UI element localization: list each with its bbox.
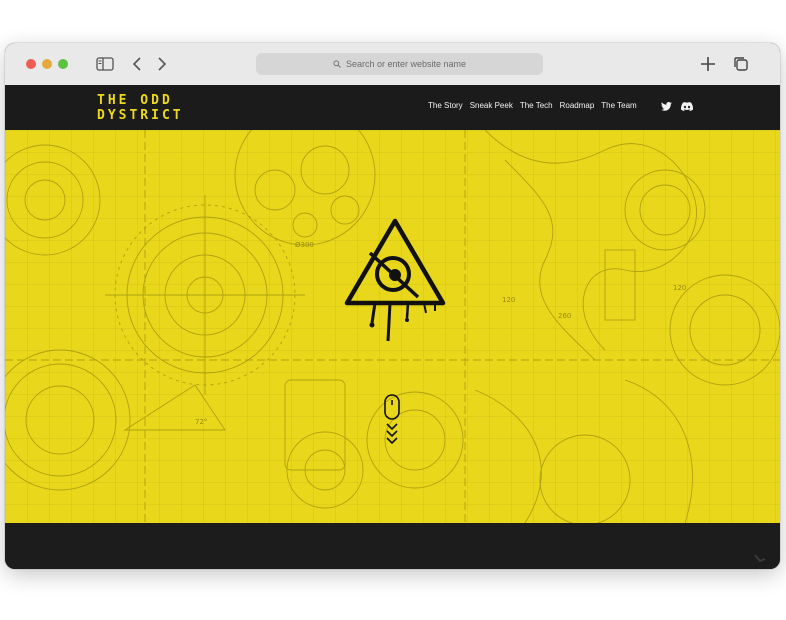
close-window-button[interactable]: [26, 59, 36, 69]
discord-icon[interactable]: [681, 100, 693, 112]
hero-bottom-band: [5, 523, 780, 569]
blueprint-label-b: 120: [502, 296, 515, 304]
address-placeholder: Search or enter website name: [345, 59, 467, 69]
nav-link-the-tech[interactable]: The Tech: [520, 101, 553, 110]
new-tab-plus-icon[interactable]: [697, 54, 719, 74]
blueprint-label-a: Ø300: [295, 241, 314, 249]
nav-link-sneak-peek[interactable]: Sneak Peek: [470, 101, 513, 110]
logo-line-2: DYSTRICT: [97, 108, 184, 123]
odd-eye-triangle-logo: [344, 218, 446, 342]
search-icon: [333, 60, 341, 68]
site-header: THE ODD DYSTRICT The Story Sneak Peek Th…: [5, 85, 780, 130]
website-viewport: THE ODD DYSTRICT The Story Sneak Peek Th…: [5, 85, 780, 569]
site-logo[interactable]: THE ODD DYSTRICT: [97, 93, 184, 123]
blueprint-label-e: 120: [673, 284, 686, 292]
blueprint-label-c: 260: [558, 312, 571, 320]
forward-arrow-icon[interactable]: [151, 54, 173, 74]
nav-link-roadmap[interactable]: Roadmap: [560, 101, 595, 110]
main-nav: The Story Sneak Peek The Tech Roadmap Th…: [428, 101, 637, 110]
hero-section: Ø300 120 260 72° 120: [5, 130, 780, 523]
address-bar[interactable]: Search or enter website name: [256, 53, 543, 75]
back-arrow-icon[interactable]: [126, 54, 148, 74]
logo-line-1: THE ODD: [97, 93, 173, 108]
blueprint-label-d: 72°: [195, 418, 207, 426]
minimize-window-button[interactable]: [42, 59, 52, 69]
scroll-down-mouse-icon[interactable]: [382, 394, 402, 450]
sidebar-toggle-icon[interactable]: [94, 54, 116, 74]
scroll-hint-icon: [754, 554, 766, 563]
browser-toolbar: Search or enter website name: [5, 43, 780, 86]
twitter-icon[interactable]: [661, 100, 672, 112]
maximize-window-button[interactable]: [58, 59, 68, 69]
tab-overview-icon[interactable]: [730, 54, 752, 74]
nav-link-the-team[interactable]: The Team: [601, 101, 636, 110]
nav-link-the-story[interactable]: The Story: [428, 101, 463, 110]
browser-window: Search or enter website name THE ODD DYS…: [5, 43, 780, 569]
